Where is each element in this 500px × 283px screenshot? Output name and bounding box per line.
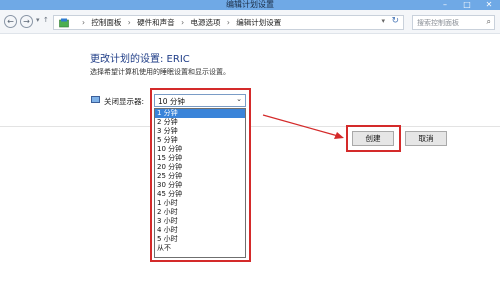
page-description: 选择希望计算机使用的睡眠设置和显示设置。 [90,68,230,76]
turn-off-display-label: 关闭显示器: [104,97,145,106]
breadcrumb-edit-plan[interactable]: 编辑计划设置 [236,18,281,27]
breadcrumb-chevron-icon[interactable]: › [128,18,131,27]
navigation-bar: ← → ▾ ↑ › 控制面板 › 硬件和声音 › 电源选项 › 编辑计划设置 ▾… [0,10,500,34]
control-panel-icon [59,18,69,28]
breadcrumb-power-options[interactable]: 电源选项 [190,18,220,27]
create-button-annotation-box [346,125,401,152]
search-icon[interactable]: ⌕ [487,17,491,27]
search-input[interactable]: 搜索控制面板 [417,18,459,28]
minimize-icon[interactable]: – [434,0,456,10]
cancel-button[interactable]: 取消 [405,131,447,146]
title-bar: 编辑计划设置 – □ ✕ [0,0,500,10]
maximize-icon[interactable]: □ [456,0,478,10]
section-divider [0,126,152,127]
breadcrumb: › 控制面板 › 硬件和声音 › 电源选项 › 编辑计划设置 [78,17,281,28]
breadcrumb-chevron-icon[interactable]: › [181,18,184,27]
page-title: 更改计划的设置: ERIC [90,54,190,65]
forward-button[interactable]: → [20,15,33,28]
breadcrumb-hardware-sound[interactable]: 硬件和声音 [137,18,175,27]
up-button[interactable]: ↑ [43,16,49,24]
address-history-chevron-icon[interactable]: ▾ [381,17,385,25]
dropdown-annotation-box [150,88,251,262]
breadcrumb-control-panel[interactable]: 控制面板 [91,18,121,27]
close-icon[interactable]: ✕ [478,0,500,10]
breadcrumb-root-chevron-icon[interactable]: › [82,18,85,27]
search-box[interactable]: 搜索控制面板 ⌕ [412,15,495,30]
breadcrumb-chevron-icon[interactable]: › [227,18,230,27]
monitor-icon [91,96,100,103]
refresh-icon[interactable]: ↻ [391,16,399,26]
back-button[interactable]: ← [4,15,17,28]
address-bar[interactable]: › 控制面板 › 硬件和声音 › 电源选项 › 编辑计划设置 ▾ ↻ [53,15,404,30]
recent-pages-chevron-icon[interactable]: ▾ [36,16,40,24]
window-title: 编辑计划设置 [226,0,274,9]
